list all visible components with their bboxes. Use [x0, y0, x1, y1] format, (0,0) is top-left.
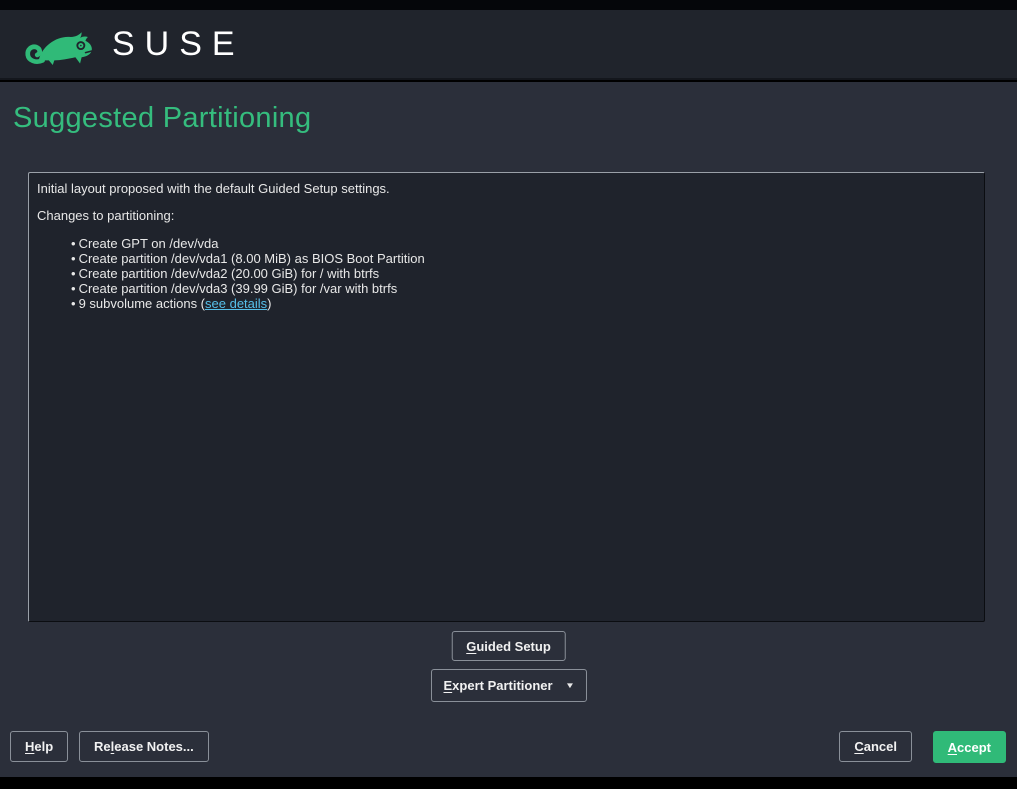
- suse-logo-text: SUSE: [112, 27, 245, 61]
- label-mnemonic: H: [25, 739, 34, 754]
- bullet-glyph: •: [71, 251, 76, 266]
- label-mnemonic: G: [466, 639, 476, 654]
- subvolume-text-suffix: ): [267, 296, 271, 311]
- label-part: ease Notes...: [114, 739, 194, 754]
- bullet-glyph: •: [71, 296, 76, 311]
- label-part: xpert Partitioner: [452, 678, 552, 693]
- change-item-text: Create partition /dev/vda1 (8.00 MiB) as…: [79, 251, 425, 266]
- label-part: uided Setup: [476, 639, 550, 654]
- change-item-text: Create partition /dev/vda3 (39.99 GiB) f…: [79, 281, 398, 296]
- label-part: elp: [34, 739, 53, 754]
- change-item-text: Create partition /dev/vda2 (20.00 GiB) f…: [79, 266, 380, 281]
- cancel-button[interactable]: Cancel: [839, 731, 912, 762]
- top-screen-edge: [0, 0, 1017, 10]
- proposal-summary-panel: Initial layout proposed with the default…: [28, 172, 985, 622]
- bullet-glyph: •: [71, 266, 76, 281]
- label-mnemonic: C: [854, 739, 863, 754]
- page-title: Suggested Partitioning: [13, 102, 311, 135]
- bullet-glyph: •: [71, 281, 76, 296]
- label-mnemonic: E: [443, 678, 452, 693]
- accept-button[interactable]: Accept: [933, 731, 1006, 763]
- changes-heading: Changes to partitioning:: [37, 208, 976, 223]
- installer-window: SUSE Suggested Partitioning Initial layo…: [0, 0, 1017, 789]
- change-item: •Create GPT on /dev/vda: [71, 236, 976, 251]
- chevron-down-icon: ▼: [565, 681, 575, 690]
- guided-setup-button[interactable]: Guided Setup: [451, 631, 566, 661]
- suse-chameleon-icon: [20, 20, 98, 68]
- release-notes-button[interactable]: Release Notes...: [79, 731, 209, 762]
- change-item: •Create partition /dev/vda2 (20.00 GiB) …: [71, 266, 976, 281]
- label-part: ccept: [957, 740, 991, 755]
- change-item: •Create partition /dev/vda3 (39.99 GiB) …: [71, 281, 976, 296]
- main-area: Suggested Partitioning Initial layout pr…: [0, 82, 1017, 777]
- suse-logo: SUSE: [20, 20, 245, 68]
- expert-partitioner-button[interactable]: Expert Partitioner ▼: [430, 669, 586, 702]
- header-bar: SUSE: [0, 10, 1017, 80]
- subvolume-text-prefix: 9 subvolume actions (: [79, 296, 205, 311]
- change-item-subvolumes: •9 subvolume actions (see details): [71, 296, 976, 311]
- bottom-screen-edge: [0, 777, 1017, 789]
- proposal-intro-text: Initial layout proposed with the default…: [37, 181, 976, 196]
- change-item-text: Create GPT on /dev/vda: [79, 236, 219, 251]
- help-button[interactable]: Help: [10, 731, 68, 762]
- label-part: ancel: [864, 739, 897, 754]
- bullet-glyph: •: [71, 236, 76, 251]
- label-mnemonic: A: [948, 740, 957, 755]
- changes-list: •Create GPT on /dev/vda •Create partitio…: [37, 236, 976, 311]
- see-details-link[interactable]: see details: [205, 296, 267, 311]
- change-item: •Create partition /dev/vda1 (8.00 MiB) a…: [71, 251, 976, 266]
- label-part: Re: [94, 739, 111, 754]
